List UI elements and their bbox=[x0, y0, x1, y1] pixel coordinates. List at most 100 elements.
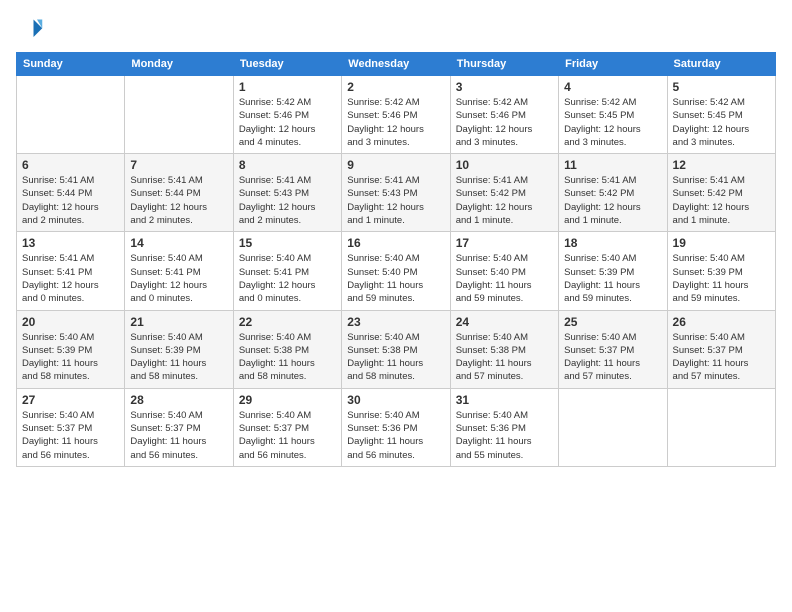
day-number: 25 bbox=[564, 315, 661, 329]
day-info: Sunrise: 5:41 AM Sunset: 5:42 PM Dayligh… bbox=[456, 174, 553, 227]
calendar-cell: 23 Sunrise: 5:40 AM Sunset: 5:38 PM Dayli… bbox=[342, 310, 450, 388]
calendar-cell: 30 Sunrise: 5:40 AM Sunset: 5:36 PM Dayli… bbox=[342, 388, 450, 466]
day-number: 20 bbox=[22, 315, 119, 329]
day-info: Sunrise: 5:40 AM Sunset: 5:38 PM Dayligh… bbox=[347, 331, 444, 384]
weekday-header-wednesday: Wednesday bbox=[342, 53, 450, 76]
day-info: Sunrise: 5:41 AM Sunset: 5:42 PM Dayligh… bbox=[564, 174, 661, 227]
day-info: Sunrise: 5:40 AM Sunset: 5:37 PM Dayligh… bbox=[673, 331, 770, 384]
calendar-cell: 19 Sunrise: 5:40 AM Sunset: 5:39 PM Dayli… bbox=[667, 232, 775, 310]
logo-icon bbox=[16, 16, 44, 44]
calendar-cell: 14 Sunrise: 5:40 AM Sunset: 5:41 PM Dayli… bbox=[125, 232, 233, 310]
calendar-week-row: 6 Sunrise: 5:41 AM Sunset: 5:44 PM Daylig… bbox=[17, 154, 776, 232]
day-number: 11 bbox=[564, 158, 661, 172]
calendar-cell: 29 Sunrise: 5:40 AM Sunset: 5:37 PM Dayli… bbox=[233, 388, 341, 466]
day-number: 8 bbox=[239, 158, 336, 172]
day-number: 31 bbox=[456, 393, 553, 407]
calendar-table: SundayMondayTuesdayWednesdayThursdayFrid… bbox=[16, 52, 776, 467]
day-info: Sunrise: 5:40 AM Sunset: 5:39 PM Dayligh… bbox=[673, 252, 770, 305]
calendar-cell: 25 Sunrise: 5:40 AM Sunset: 5:37 PM Dayli… bbox=[559, 310, 667, 388]
day-info: Sunrise: 5:42 AM Sunset: 5:46 PM Dayligh… bbox=[347, 96, 444, 149]
calendar-cell: 5Sunrise: 5:42 AM Sunset: 5:45 PM Daylig… bbox=[667, 76, 775, 154]
day-info: Sunrise: 5:42 AM Sunset: 5:46 PM Dayligh… bbox=[239, 96, 336, 149]
day-number: 14 bbox=[130, 236, 227, 250]
day-number: 1 bbox=[239, 80, 336, 94]
calendar-cell bbox=[559, 388, 667, 466]
day-info: Sunrise: 5:40 AM Sunset: 5:37 PM Dayligh… bbox=[130, 409, 227, 462]
calendar-cell: 6 Sunrise: 5:41 AM Sunset: 5:44 PM Daylig… bbox=[17, 154, 125, 232]
calendar-week-row: 13Sunrise: 5:41 AM Sunset: 5:41 PM Dayli… bbox=[17, 232, 776, 310]
calendar-week-row: 27Sunrise: 5:40 AM Sunset: 5:37 PM Dayli… bbox=[17, 388, 776, 466]
day-number: 26 bbox=[673, 315, 770, 329]
calendar-cell: 27Sunrise: 5:40 AM Sunset: 5:37 PM Dayli… bbox=[17, 388, 125, 466]
calendar-cell: 2 Sunrise: 5:42 AM Sunset: 5:46 PM Daylig… bbox=[342, 76, 450, 154]
calendar-cell: 20 Sunrise: 5:40 AM Sunset: 5:39 PM Dayli… bbox=[17, 310, 125, 388]
day-number: 12 bbox=[673, 158, 770, 172]
day-number: 7 bbox=[130, 158, 227, 172]
day-number: 23 bbox=[347, 315, 444, 329]
calendar-cell bbox=[125, 76, 233, 154]
calendar-cell: 4 Sunrise: 5:42 AM Sunset: 5:45 PM Daylig… bbox=[559, 76, 667, 154]
calendar-cell: 17 Sunrise: 5:40 AM Sunset: 5:40 PM Dayli… bbox=[450, 232, 558, 310]
weekday-header-sunday: Sunday bbox=[17, 53, 125, 76]
page-header bbox=[16, 16, 776, 44]
day-number: 16 bbox=[347, 236, 444, 250]
day-number: 15 bbox=[239, 236, 336, 250]
day-number: 17 bbox=[456, 236, 553, 250]
day-info: Sunrise: 5:40 AM Sunset: 5:39 PM Dayligh… bbox=[564, 252, 661, 305]
calendar-header-row: SundayMondayTuesdayWednesdayThursdayFrid… bbox=[17, 53, 776, 76]
day-info: Sunrise: 5:40 AM Sunset: 5:37 PM Dayligh… bbox=[22, 409, 119, 462]
day-info: Sunrise: 5:42 AM Sunset: 5:45 PM Dayligh… bbox=[564, 96, 661, 149]
calendar-cell bbox=[667, 388, 775, 466]
calendar-week-row: 1 Sunrise: 5:42 AM Sunset: 5:46 PM Daylig… bbox=[17, 76, 776, 154]
calendar-cell: 15 Sunrise: 5:40 AM Sunset: 5:41 PM Dayli… bbox=[233, 232, 341, 310]
calendar-cell: 10 Sunrise: 5:41 AM Sunset: 5:42 PM Dayli… bbox=[450, 154, 558, 232]
day-number: 30 bbox=[347, 393, 444, 407]
day-number: 19 bbox=[673, 236, 770, 250]
day-info: Sunrise: 5:40 AM Sunset: 5:41 PM Dayligh… bbox=[239, 252, 336, 305]
day-number: 10 bbox=[456, 158, 553, 172]
weekday-header-friday: Friday bbox=[559, 53, 667, 76]
day-info: Sunrise: 5:40 AM Sunset: 5:40 PM Dayligh… bbox=[347, 252, 444, 305]
weekday-header-saturday: Saturday bbox=[667, 53, 775, 76]
day-number: 2 bbox=[347, 80, 444, 94]
day-info: Sunrise: 5:40 AM Sunset: 5:37 PM Dayligh… bbox=[564, 331, 661, 384]
calendar-cell: 12 Sunrise: 5:41 AM Sunset: 5:42 PM Dayli… bbox=[667, 154, 775, 232]
calendar-cell: 22Sunrise: 5:40 AM Sunset: 5:38 PM Dayli… bbox=[233, 310, 341, 388]
day-info: Sunrise: 5:40 AM Sunset: 5:37 PM Dayligh… bbox=[239, 409, 336, 462]
day-info: Sunrise: 5:40 AM Sunset: 5:36 PM Dayligh… bbox=[456, 409, 553, 462]
day-info: Sunrise: 5:40 AM Sunset: 5:36 PM Dayligh… bbox=[347, 409, 444, 462]
day-number: 22 bbox=[239, 315, 336, 329]
calendar-cell: 31 Sunrise: 5:40 AM Sunset: 5:36 PM Dayli… bbox=[450, 388, 558, 466]
calendar-cell: 9Sunrise: 5:41 AM Sunset: 5:43 PM Daylig… bbox=[342, 154, 450, 232]
day-info: Sunrise: 5:41 AM Sunset: 5:43 PM Dayligh… bbox=[239, 174, 336, 227]
day-number: 18 bbox=[564, 236, 661, 250]
calendar-cell: 7 Sunrise: 5:41 AM Sunset: 5:44 PM Daylig… bbox=[125, 154, 233, 232]
calendar-cell: 28 Sunrise: 5:40 AM Sunset: 5:37 PM Dayli… bbox=[125, 388, 233, 466]
day-number: 29 bbox=[239, 393, 336, 407]
day-number: 28 bbox=[130, 393, 227, 407]
day-info: Sunrise: 5:41 AM Sunset: 5:43 PM Dayligh… bbox=[347, 174, 444, 227]
day-number: 21 bbox=[130, 315, 227, 329]
calendar-cell: 13Sunrise: 5:41 AM Sunset: 5:41 PM Dayli… bbox=[17, 232, 125, 310]
day-info: Sunrise: 5:41 AM Sunset: 5:41 PM Dayligh… bbox=[22, 252, 119, 305]
day-info: Sunrise: 5:40 AM Sunset: 5:39 PM Dayligh… bbox=[130, 331, 227, 384]
calendar-cell bbox=[17, 76, 125, 154]
calendar-cell: 16 Sunrise: 5:40 AM Sunset: 5:40 PM Dayli… bbox=[342, 232, 450, 310]
day-info: Sunrise: 5:40 AM Sunset: 5:41 PM Dayligh… bbox=[130, 252, 227, 305]
day-info: Sunrise: 5:40 AM Sunset: 5:40 PM Dayligh… bbox=[456, 252, 553, 305]
day-info: Sunrise: 5:41 AM Sunset: 5:44 PM Dayligh… bbox=[130, 174, 227, 227]
day-info: Sunrise: 5:42 AM Sunset: 5:46 PM Dayligh… bbox=[456, 96, 553, 149]
day-number: 24 bbox=[456, 315, 553, 329]
logo bbox=[16, 16, 48, 44]
calendar-cell: 26 Sunrise: 5:40 AM Sunset: 5:37 PM Dayli… bbox=[667, 310, 775, 388]
day-number: 6 bbox=[22, 158, 119, 172]
day-number: 3 bbox=[456, 80, 553, 94]
weekday-header-thursday: Thursday bbox=[450, 53, 558, 76]
day-number: 4 bbox=[564, 80, 661, 94]
calendar-cell: 1 Sunrise: 5:42 AM Sunset: 5:46 PM Daylig… bbox=[233, 76, 341, 154]
weekday-header-tuesday: Tuesday bbox=[233, 53, 341, 76]
calendar-cell: 11 Sunrise: 5:41 AM Sunset: 5:42 PM Dayli… bbox=[559, 154, 667, 232]
day-info: Sunrise: 5:41 AM Sunset: 5:42 PM Dayligh… bbox=[673, 174, 770, 227]
day-info: Sunrise: 5:40 AM Sunset: 5:39 PM Dayligh… bbox=[22, 331, 119, 384]
day-info: Sunrise: 5:41 AM Sunset: 5:44 PM Dayligh… bbox=[22, 174, 119, 227]
